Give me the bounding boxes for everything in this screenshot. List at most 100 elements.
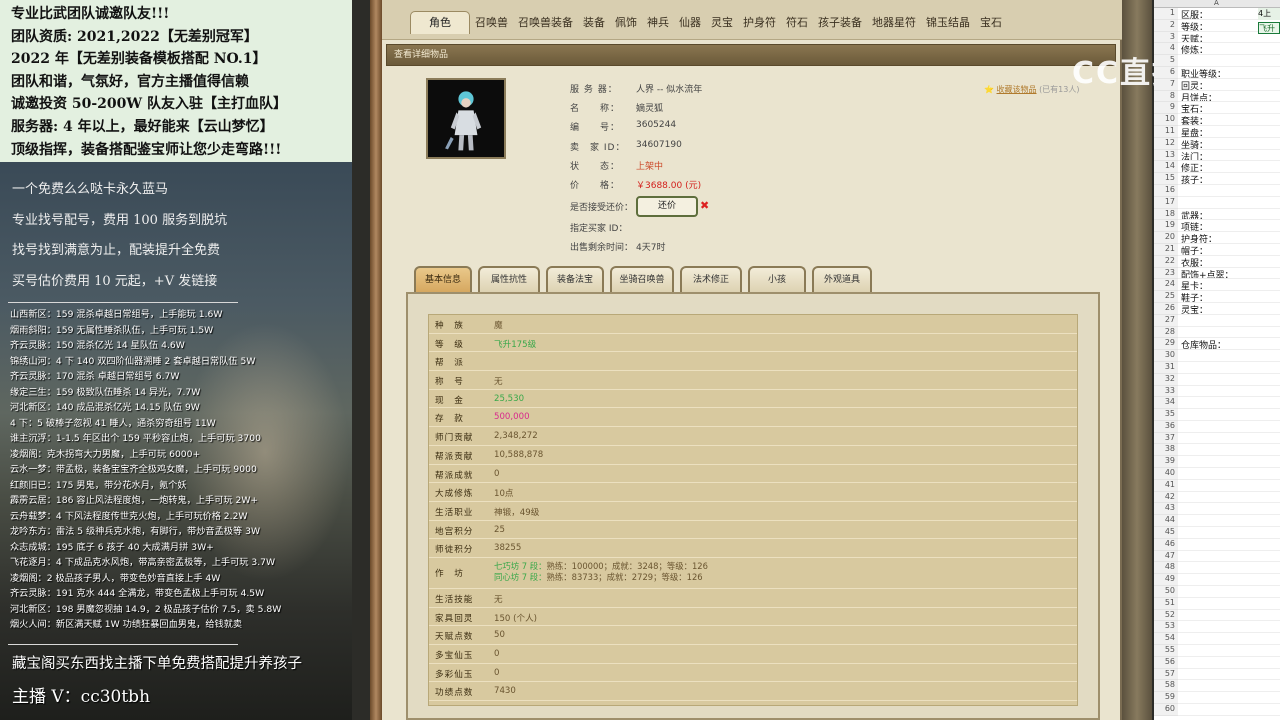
row-number[interactable]: 36 (1154, 420, 1178, 433)
row-number[interactable]: 16 (1154, 184, 1178, 197)
row-number[interactable]: 10 (1154, 114, 1178, 126)
category-tab[interactable]: 灵宝 (706, 12, 738, 34)
cell-a[interactable] (1178, 633, 1280, 646)
cell-a[interactable] (1178, 527, 1280, 539)
row-number[interactable]: 25 (1154, 291, 1178, 303)
category-tab[interactable]: 仙器 (674, 12, 706, 34)
cell-a[interactable] (1178, 468, 1280, 480)
cell-a[interactable]: 衣服： (1178, 256, 1280, 268)
cell-a[interactable]: 武器： (1178, 209, 1280, 221)
row-number[interactable]: 34 (1154, 397, 1178, 410)
cell-a[interactable] (1178, 574, 1280, 587)
cell-a[interactable]: 月饼点： (1178, 91, 1280, 103)
cell-a[interactable] (1178, 421, 1280, 433)
category-tab[interactable]: 神兵 (642, 12, 674, 34)
cell-a[interactable] (1178, 444, 1280, 457)
row-number[interactable]: 52 (1154, 609, 1178, 622)
cell-a[interactable] (1178, 621, 1280, 634)
row-number[interactable]: 49 (1154, 574, 1178, 587)
row-number[interactable]: 23 (1154, 267, 1178, 280)
cell-a[interactable] (1178, 480, 1280, 492)
row-number[interactable]: 3 (1154, 31, 1178, 44)
cell-b2-selected[interactable]: 飞升 (1258, 22, 1280, 34)
row-number[interactable]: 51 (1154, 597, 1178, 610)
row-number[interactable]: 56 (1154, 656, 1178, 669)
cell-a[interactable] (1178, 185, 1280, 197)
cell-a[interactable]: 孩子： (1178, 173, 1280, 185)
row-number[interactable]: 33 (1154, 385, 1178, 398)
row-number[interactable]: 19 (1154, 220, 1178, 233)
cell-a[interactable] (1178, 598, 1280, 610)
row-number[interactable]: 26 (1154, 302, 1178, 315)
cell-a[interactable] (1178, 562, 1280, 575)
window-frame-right[interactable] (1122, 0, 1152, 720)
cell-a[interactable] (1178, 503, 1280, 516)
row-number[interactable]: 22 (1154, 255, 1178, 268)
cell-a[interactable]: 灵宝： (1178, 303, 1280, 315)
close-icon[interactable]: ✖ (700, 199, 709, 212)
row-number[interactable]: 28 (1154, 326, 1178, 339)
cell-b1[interactable]: 4上 (1258, 8, 1280, 20)
row-number[interactable]: 17 (1154, 196, 1178, 209)
cell-a[interactable] (1178, 515, 1280, 528)
row-number[interactable]: 1 (1154, 8, 1178, 20)
sub-tab[interactable]: 坐骑召唤兽 (610, 266, 674, 292)
row-number[interactable]: 9 (1154, 102, 1178, 115)
row-number[interactable]: 42 (1154, 491, 1178, 504)
cell-a[interactable]: 回灵： (1178, 79, 1280, 91)
row-number[interactable]: 57 (1154, 668, 1178, 681)
category-tab[interactable]: 装备 (578, 12, 610, 34)
sub-tab[interactable]: 基本信息 (414, 266, 472, 292)
row-number[interactable]: 8 (1154, 90, 1178, 103)
sub-tab[interactable]: 法术修正 (680, 266, 742, 292)
row-number[interactable]: 59 (1154, 692, 1178, 705)
row-number[interactable]: 11 (1154, 125, 1178, 138)
row-number[interactable]: 12 (1154, 137, 1178, 150)
cell-a[interactable] (1178, 645, 1280, 657)
cell-a[interactable] (1178, 692, 1280, 705)
sub-tab[interactable]: 小孩 (748, 266, 806, 292)
cell-a[interactable] (1178, 397, 1280, 410)
row-number[interactable]: 38 (1154, 444, 1178, 457)
row-number[interactable]: 48 (1154, 562, 1178, 575)
cell-a[interactable] (1178, 680, 1280, 693)
row-number[interactable]: 46 (1154, 538, 1178, 551)
row-number[interactable]: 30 (1154, 350, 1178, 362)
cell-a[interactable] (1178, 456, 1280, 469)
cell-a[interactable]: 法门： (1178, 150, 1280, 162)
cell-a[interactable]: 修炼： (1178, 43, 1280, 56)
favorite-link[interactable]: ⭐ 收藏该物品 (已有13人) (984, 84, 1079, 95)
cell-a[interactable]: 护身符： (1178, 232, 1280, 244)
cell-a[interactable]: 星卡： (1178, 279, 1280, 292)
cell-a[interactable]: 项链： (1178, 220, 1280, 233)
cell-a[interactable] (1178, 55, 1280, 67)
row-number[interactable]: 7 (1154, 78, 1178, 91)
row-number[interactable]: 15 (1154, 173, 1178, 185)
cell-a[interactable] (1178, 657, 1280, 669)
category-tab[interactable]: 符石 (781, 12, 813, 34)
row-number[interactable]: 45 (1154, 527, 1178, 539)
cell-a[interactable]: 配饰+点翠： (1178, 268, 1280, 280)
category-tab[interactable]: 召唤兽装备 (513, 12, 578, 34)
cell-a[interactable] (1178, 386, 1280, 398)
row-number[interactable]: 44 (1154, 515, 1178, 528)
cell-a[interactable] (1178, 610, 1280, 622)
cell-a[interactable]: 职业等级： (1178, 67, 1280, 79)
row-number[interactable]: 2 (1154, 19, 1178, 32)
category-tab[interactable]: 角色 (410, 11, 470, 34)
cell-a[interactable] (1178, 669, 1280, 681)
cell-a[interactable] (1178, 704, 1280, 716)
row-number[interactable]: 43 (1154, 503, 1178, 516)
cell-a[interactable] (1178, 315, 1280, 327)
row-number[interactable]: 53 (1154, 621, 1178, 634)
cell-a[interactable] (1178, 551, 1280, 563)
row-number[interactable]: 18 (1154, 208, 1178, 221)
category-tab[interactable]: 护身符 (738, 12, 781, 34)
row-number[interactable]: 6 (1154, 66, 1178, 79)
category-tab[interactable]: 地器星符 (867, 12, 921, 34)
cell-a[interactable]: 鞋子： (1178, 291, 1280, 303)
column-header[interactable]: A (1154, 0, 1280, 8)
cell-a[interactable] (1178, 374, 1280, 386)
cell-a[interactable] (1178, 197, 1280, 209)
row-number[interactable]: 5 (1154, 55, 1178, 67)
